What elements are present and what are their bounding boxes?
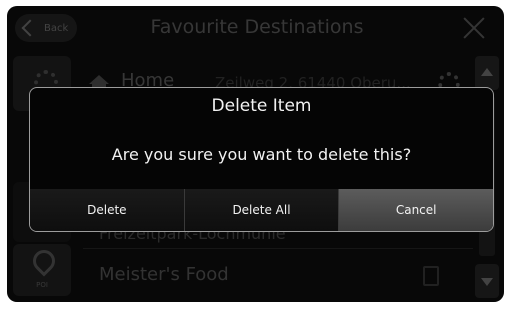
dialog-message: Are you sure you want to delete this? [111,145,412,164]
dialog-button-row: Delete Delete All Cancel [30,189,493,231]
cancel-button[interactable]: Cancel [338,189,493,231]
delete-button[interactable]: Delete [30,189,184,231]
head-unit-screen: Back Favourite Destinations POI Home Zei… [7,6,504,302]
dialog-title: Delete Item [211,96,312,116]
delete-confirmation-dialog: Delete Item Are you sure you want to del… [29,87,494,232]
delete-all-button[interactable]: Delete All [183,189,339,231]
